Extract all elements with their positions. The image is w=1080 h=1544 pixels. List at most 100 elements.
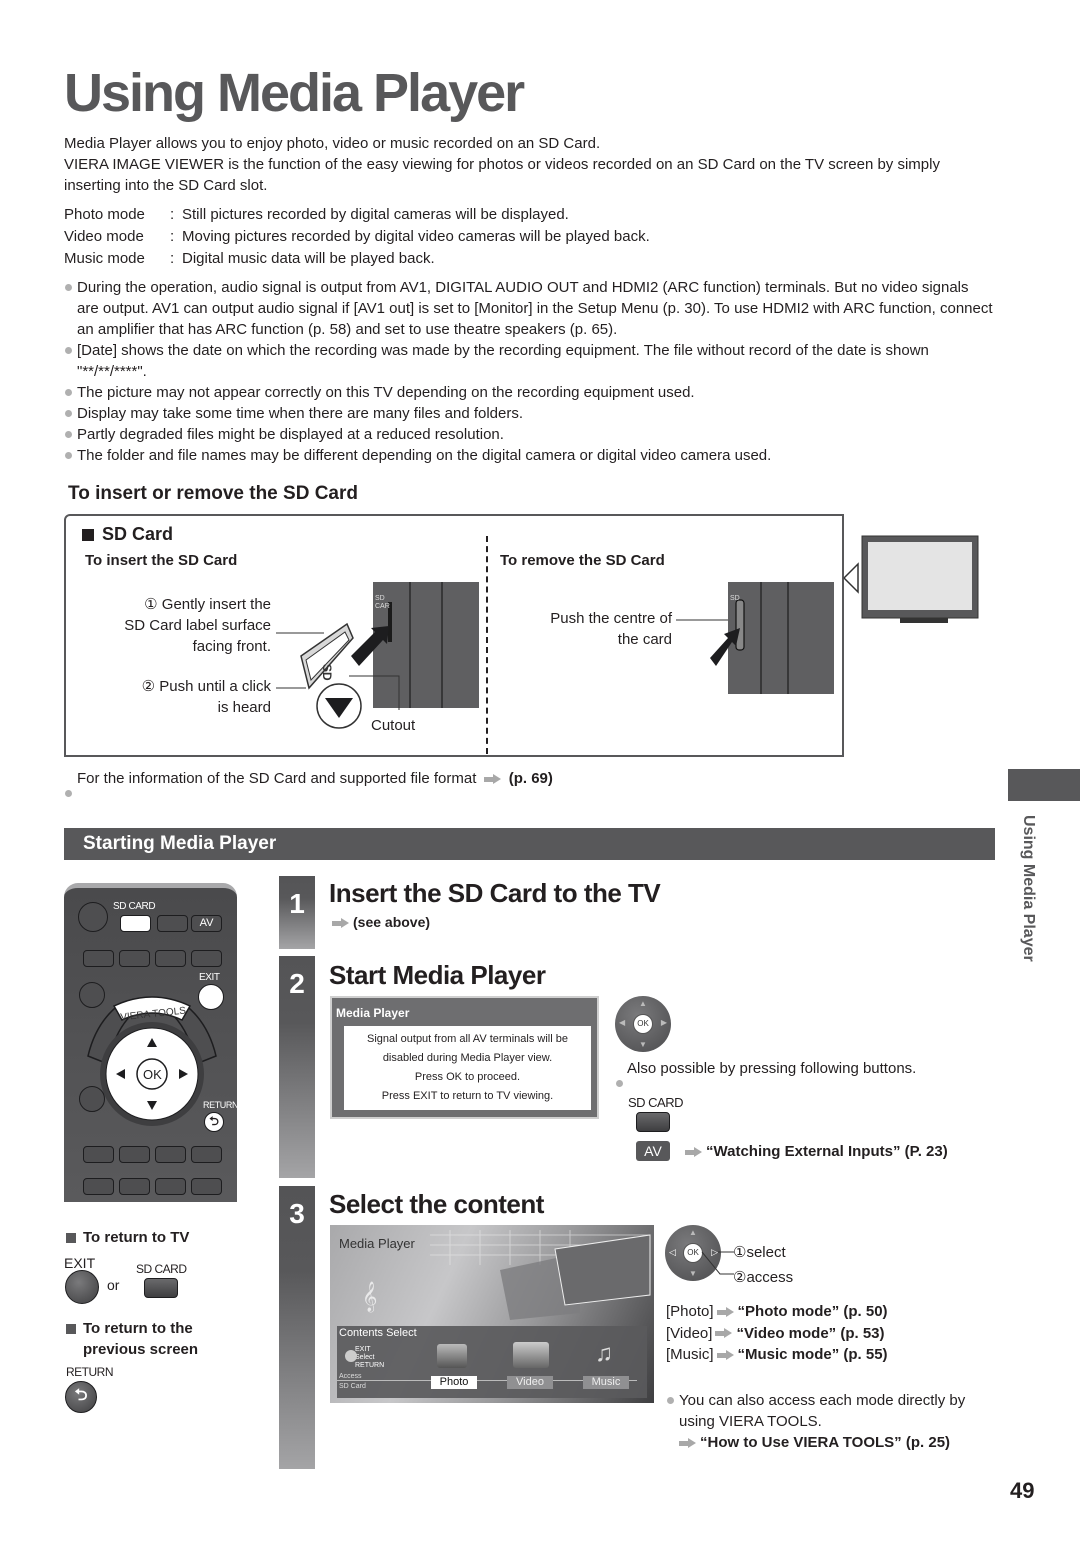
step-1-title: Insert the SD Card to the TV xyxy=(329,878,661,908)
av-button[interactable]: AV xyxy=(191,915,222,932)
music-icon: ♫ xyxy=(595,1340,613,1367)
access-instruction: ②access xyxy=(733,1268,793,1286)
remote-button[interactable] xyxy=(191,1178,222,1195)
music-mode-link[interactable]: “Music mode” (p. 55) xyxy=(738,1346,888,1363)
step-number-1: 1 xyxy=(279,876,315,949)
mode-name: Video mode xyxy=(64,228,144,245)
remote-button[interactable] xyxy=(83,950,114,967)
reference-arrow-icon xyxy=(715,1328,733,1339)
mode-tag: [Photo] xyxy=(666,1303,714,1320)
remove-line: the card xyxy=(617,631,672,648)
viera-tools-link[interactable]: “How to Use VIERA TOOLS” (p. 25) xyxy=(700,1434,950,1451)
sd-remove-illustration: SD xyxy=(676,582,834,694)
mode-separator: : xyxy=(170,228,175,245)
video-mode-link[interactable]: “Video mode” (p. 53) xyxy=(736,1325,884,1342)
square-bullet-icon xyxy=(66,1323,76,1334)
legend-item: Select xyxy=(355,1354,375,1361)
also-possible-note: Also possible by pressing following butt… xyxy=(615,1060,916,1087)
side-tab-label: Using Media Player xyxy=(1015,815,1037,985)
remote-button[interactable] xyxy=(79,1086,105,1112)
mode-references: [Photo] “Photo mode” (p. 50) [Video] “Vide… xyxy=(666,1301,888,1366)
remote-button[interactable] xyxy=(83,1146,114,1163)
dialog-body: Signal output from all AV terminals will… xyxy=(344,1026,591,1110)
dialog-line: Press EXIT to return to TV viewing. xyxy=(381,1090,554,1102)
mode-reference: [Photo] “Photo mode” (p. 50) xyxy=(666,1301,888,1323)
reference-arrow-icon xyxy=(716,1349,735,1361)
mode-desc: Moving pictures recorded by digital vide… xyxy=(182,228,650,245)
sd-card-button[interactable] xyxy=(636,1112,670,1132)
sd-card-label: SD CARD xyxy=(113,901,156,912)
svg-text:SD: SD xyxy=(320,664,334,681)
sd-card-button[interactable] xyxy=(144,1278,178,1298)
remote-button[interactable] xyxy=(191,1146,222,1163)
remote-button[interactable] xyxy=(83,1178,114,1195)
remote-button[interactable] xyxy=(157,915,188,932)
remove-heading: To remove the SD Card xyxy=(500,552,665,569)
av-reference: “Watching External Inputs” (P. 23) xyxy=(682,1143,948,1160)
media-player-dialog: Media Player Signal output from all AV t… xyxy=(330,996,599,1119)
sd-card-label: SD CARD xyxy=(136,1262,187,1276)
dialog-title: Media Player xyxy=(336,1006,410,1020)
remote-button[interactable] xyxy=(155,1146,186,1163)
remote-button[interactable] xyxy=(119,1178,150,1195)
watching-external-inputs-link[interactable]: “Watching External Inputs” (P. 23) xyxy=(706,1143,948,1160)
tile-video[interactable]: Video xyxy=(507,1376,553,1389)
video-icon xyxy=(513,1342,549,1368)
insert-step1-line: facing front. xyxy=(192,638,271,655)
legend-item: RETURN xyxy=(355,1362,385,1369)
mode-reference: [Music] “Music mode” (p. 55) xyxy=(666,1344,888,1366)
tile-music[interactable]: Music xyxy=(583,1376,629,1389)
step-number-3: 3 xyxy=(279,1186,315,1469)
exit-label: EXIT xyxy=(64,1255,96,1271)
mode-desc: Still pictures recorded by digital camer… xyxy=(182,206,569,223)
tile-photo[interactable]: Photo xyxy=(431,1376,477,1389)
screen-title: Media Player xyxy=(339,1236,415,1251)
page-reference-link[interactable]: (p. 69) xyxy=(509,770,553,787)
mode-reference: [Video] “Video mode” (p. 53) xyxy=(666,1323,888,1345)
music-note-icon: 𝄞 xyxy=(362,1281,377,1313)
return-button[interactable]: ⮌ xyxy=(204,1112,224,1132)
tv-illustration xyxy=(843,535,979,623)
see-above-link[interactable]: (see above) xyxy=(353,914,430,930)
reference-arrow-icon xyxy=(716,1306,735,1318)
contents-select-panel: Contents Select EXIT Select RETURN Acces… xyxy=(337,1326,647,1398)
mode-list: Photo mode : Still pictures recorded by … xyxy=(64,204,650,270)
or-label: or xyxy=(107,1277,120,1293)
insert-step2: ② Push until a click is heard xyxy=(71,676,271,718)
svg-text:OK: OK xyxy=(143,1067,162,1082)
remote-button[interactable] xyxy=(119,1146,150,1163)
sd-card-label: SD Card xyxy=(82,524,173,545)
select-text: select xyxy=(746,1244,786,1261)
divider xyxy=(486,536,488,754)
return-prev-heading: To return to the previous screen xyxy=(66,1318,198,1360)
dialog-line: Signal output from all AV terminals will… xyxy=(367,1033,568,1045)
insert-step1-line: Gently insert the xyxy=(161,596,271,613)
note-item: [Date] shows the date on which the recor… xyxy=(64,340,994,382)
notes-list: During the operation, audio signal is ou… xyxy=(64,277,994,466)
note-line: using VIERA TOOLS. xyxy=(679,1413,822,1430)
panel-legend: EXIT Select RETURN xyxy=(355,1346,384,1370)
exit-button[interactable] xyxy=(65,1270,99,1304)
ok-pad-icon: OK ▲ ▼ ◀ ▶ xyxy=(615,996,671,1052)
photo-mode-link[interactable]: “Photo mode” (p. 50) xyxy=(738,1303,888,1320)
remote-button[interactable] xyxy=(119,950,150,967)
note-item: Partly degraded files might be displayed… xyxy=(64,424,994,445)
mode-tag: [Music] xyxy=(666,1346,714,1363)
return-prev-text: previous screen xyxy=(83,1341,199,1358)
remote-control: SD CARD AV EXIT VIERA TOOLS OK RETURN ⮌ xyxy=(64,883,239,1202)
ok-button[interactable]: OK xyxy=(633,1014,653,1034)
return-to-tv-heading: To return to TV xyxy=(66,1229,189,1246)
dialog-line: Press OK to proceed. xyxy=(414,1071,521,1083)
av-button[interactable]: AV xyxy=(636,1141,670,1161)
remote-button[interactable] xyxy=(78,902,108,932)
note-item: During the operation, audio signal is ou… xyxy=(64,277,994,340)
return-button[interactable]: ⮌ xyxy=(65,1381,97,1413)
remote-button[interactable] xyxy=(155,1178,186,1195)
tv-slot-panel xyxy=(373,582,479,708)
remote-button[interactable] xyxy=(191,950,222,967)
sd-card-button[interactable] xyxy=(120,915,151,932)
note-item: The folder and file names may be differe… xyxy=(64,445,994,466)
remote-button[interactable] xyxy=(155,950,186,967)
access-text: access xyxy=(746,1269,794,1286)
note-line: You can also access each mode directly b… xyxy=(679,1392,966,1409)
